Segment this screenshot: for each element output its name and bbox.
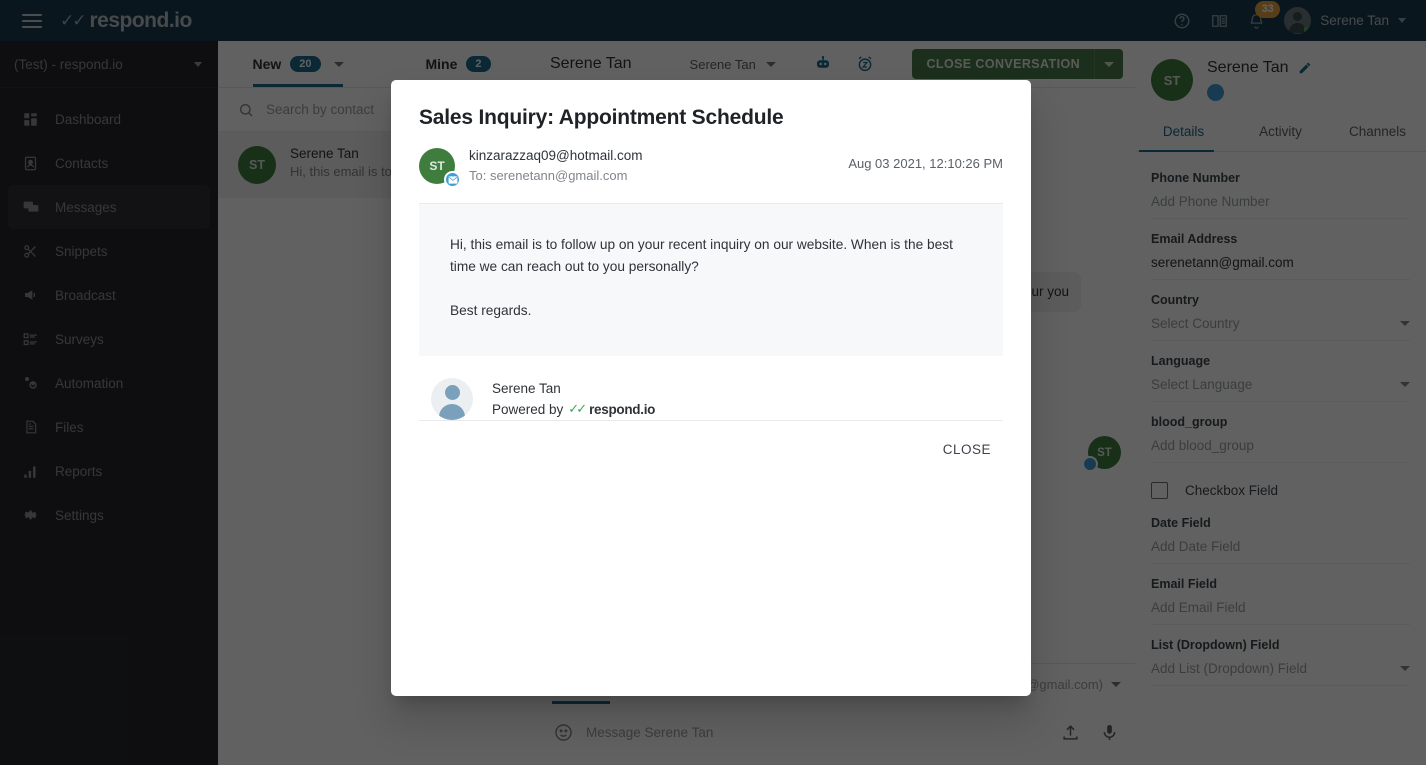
app-root: ✓✓ respond.io 33 Serene Tan (Test) - res… [0,0,1426,765]
brand-name: respond.io [589,401,656,417]
signature-text: Serene Tan Powered by ✓✓ respond.io [492,381,655,417]
sender-email: kinzarazzaq09@hotmail.com [469,148,643,163]
email-channel-icon [444,171,461,188]
checkmarks-icon: ✓✓ [568,401,587,416]
modal-sender-row: ST kinzarazzaq09@hotmail.com To: serenet… [391,130,1031,188]
modal-footer: CLOSE [419,420,1003,486]
recipient-email: To: serenetann@gmail.com [469,168,628,183]
email-preview-modal: Sales Inquiry: Appointment Schedule ST k… [391,80,1031,696]
powered-by-label: Powered by [492,401,564,417]
email-body: Hi, this email is to follow up on your r… [419,204,1003,356]
modal-title: Sales Inquiry: Appointment Schedule [419,106,784,129]
email-signature: Serene Tan Powered by ✓✓ respond.io [391,356,1031,420]
avatar-initials: ST [429,159,445,173]
modal-sender-meta: kinzarazzaq09@hotmail.com To: serenetann… [469,148,643,183]
avatar [431,378,473,420]
powered-by-row: Powered by ✓✓ respond.io [492,401,655,417]
avatar: ST [419,148,461,188]
email-paragraph: Hi, this email is to follow up on your r… [450,237,953,274]
close-button[interactable]: CLOSE [931,435,1003,464]
email-timestamp: Aug 03 2021, 12:10:26 PM [848,156,1003,171]
signature-name: Serene Tan [492,381,561,396]
email-paragraph: Best regards. [450,303,532,318]
